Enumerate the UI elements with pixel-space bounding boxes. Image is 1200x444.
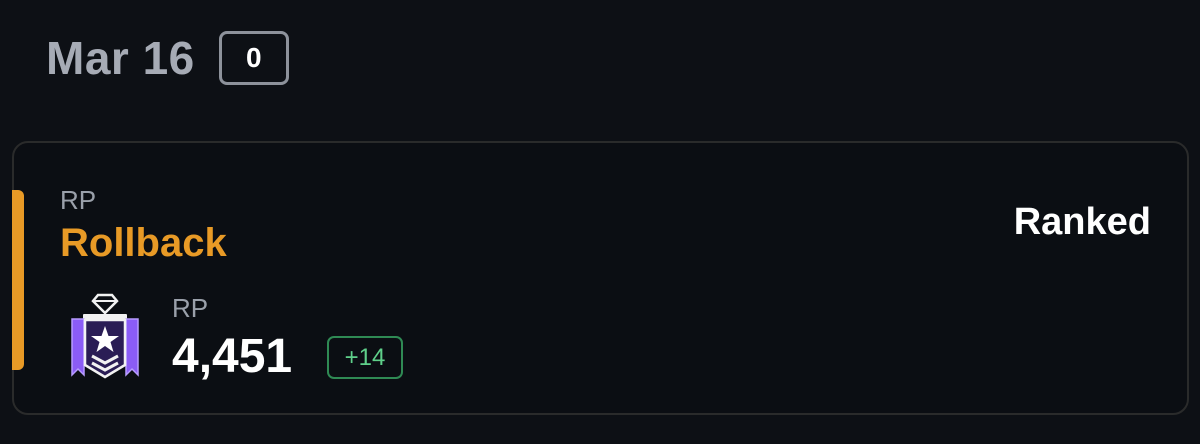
date-header: Mar 16 0 [46,30,289,86]
rp-value: 4,451 [172,330,293,383]
rp-caption: RP [172,293,209,323]
match-count-badge: 0 [218,31,289,85]
outcome-accent-bar [12,190,24,370]
date-label: Mar 16 [46,32,195,84]
outcome-label: Rollback [60,221,227,265]
match-card[interactable]: RP Rollback Ranked RP 4,451 +14 [12,141,1189,415]
rp-delta-badge: +14 [327,336,403,379]
rank-emblem-icon [71,293,139,379]
card-caption: RP [60,185,97,215]
game-mode-label: Ranked [1013,201,1151,243]
